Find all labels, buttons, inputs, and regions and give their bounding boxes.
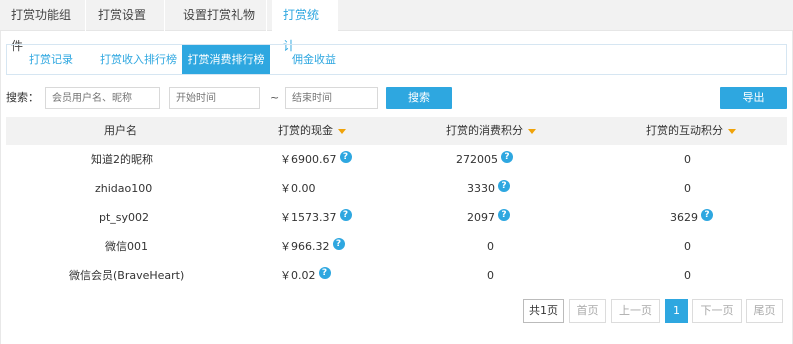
cell-interact: 0 — [684, 261, 691, 290]
table-row: 微信001 ￥966.32? 0 0 — [6, 232, 787, 261]
tab-reward-components[interactable]: 打赏功能组件 — [0, 0, 86, 53]
table-header: 用户名 打赏的现金 打赏的消费积分 打赏的互动积分 — [6, 117, 787, 145]
search-button[interactable]: 搜索 — [386, 87, 452, 109]
cell-cash: ￥6900.67? — [280, 145, 352, 174]
help-icon[interactable]: ? — [701, 208, 713, 221]
cell-consume: 272005? — [456, 145, 513, 174]
page-number-current[interactable]: 1 — [665, 299, 688, 323]
pagination: 共1页 首页 上一页 1 下一页 尾页 — [1, 299, 793, 323]
cell-username: 微信会员(BraveHeart) — [69, 269, 185, 282]
subtab-reward-records[interactable]: 打赏记录 — [7, 45, 95, 74]
cell-interact-value: 0 — [684, 269, 691, 282]
cell-consume: 2097? — [467, 203, 510, 232]
table-row: zhidao100 ￥0.00 3330? 0 — [6, 174, 787, 203]
cell-interact-value: 3629 — [670, 211, 698, 224]
cell-cash-value: ￥6900.67 — [280, 153, 337, 166]
cell-cash: ￥966.32? — [280, 232, 345, 261]
tab-reward-gifts[interactable]: 设置打赏礼物 — [172, 0, 267, 31]
cell-cash: ￥0.00 — [280, 174, 316, 203]
export-button[interactable]: 导出 — [720, 87, 787, 109]
cell-cash: ￥1573.37? — [280, 203, 352, 232]
col-header-consume-label: 打赏的消费积分 — [446, 124, 523, 137]
cell-consume: 3330? — [467, 174, 510, 203]
page-total: 共1页 — [523, 299, 564, 323]
cell-interact-value: 0 — [684, 240, 691, 253]
cell-consume-value: 272005 — [456, 153, 498, 166]
cell-username: 知道2的昵称 — [91, 153, 153, 166]
stats-panel: 打赏记录 打赏收入排行榜 打赏消费排行榜 佣金收益 搜索： ~ 搜索 导出 用户… — [0, 31, 793, 344]
date-range-separator: ~ — [270, 91, 280, 104]
subtab-income-ranking[interactable]: 打赏收入排行榜 — [95, 45, 182, 74]
cell-interact: 0 — [684, 232, 691, 261]
col-header-cash-label: 打赏的现金 — [278, 124, 333, 137]
cell-cash-value: ￥0.02 — [280, 269, 316, 282]
next-page-button[interactable]: 下一页 — [692, 299, 742, 323]
table-row: 知道2的昵称 ￥6900.67? 272005? 0 — [6, 145, 787, 174]
subtab-commission[interactable]: 佣金收益 — [270, 45, 358, 74]
sub-tab-bar: 打赏记录 打赏收入排行榜 打赏消费排行榜 佣金收益 — [6, 44, 787, 75]
subtab-consumption-ranking[interactable]: 打赏消费排行榜 — [182, 45, 270, 74]
cell-cash-value: ￥966.32 — [280, 240, 330, 253]
sort-caret-icon — [728, 128, 736, 134]
sort-caret-icon — [338, 128, 346, 134]
last-page-button[interactable]: 尾页 — [746, 299, 783, 323]
help-icon[interactable]: ? — [501, 150, 513, 163]
cell-consume: 0 — [487, 261, 494, 290]
cell-cash-value: ￥1573.37 — [280, 211, 337, 224]
tab-reward-stats[interactable]: 打赏统计 — [272, 0, 338, 53]
col-header-username: 用户名 — [104, 124, 137, 137]
help-icon[interactable]: ? — [339, 208, 352, 221]
search-label: 搜索： — [6, 91, 39, 104]
cell-consume-value: 0 — [487, 240, 494, 253]
help-icon[interactable]: ? — [339, 150, 352, 163]
top-tab-bar: 打赏功能组件 打赏设置 设置打赏礼物 打赏统计 — [0, 0, 793, 53]
help-icon[interactable]: ? — [498, 179, 510, 192]
help-icon[interactable]: ? — [318, 266, 331, 279]
cell-username: zhidao100 — [95, 182, 153, 195]
cell-interact: 3629? — [670, 203, 713, 232]
end-time-input[interactable] — [285, 87, 378, 109]
col-header-interact-label: 打赏的互动积分 — [646, 124, 723, 137]
table-row: pt_sy002 ￥1573.37? 2097? 3629? — [6, 203, 787, 232]
cell-consume-value: 2097 — [467, 211, 495, 224]
help-icon[interactable]: ? — [332, 237, 345, 250]
cell-username: pt_sy002 — [99, 211, 150, 224]
cell-interact-value: 0 — [684, 182, 691, 195]
cell-consume-value: 3330 — [467, 182, 495, 195]
start-time-input[interactable] — [169, 87, 260, 109]
cell-cash-value: ￥0.00 — [280, 182, 316, 195]
cell-consume-value: 0 — [487, 269, 494, 282]
cell-interact: 0 — [684, 174, 691, 203]
table-row: 微信会员(BraveHeart) ￥0.02? 0 0 — [6, 261, 787, 290]
cell-interact-value: 0 — [684, 153, 691, 166]
cell-interact: 0 — [684, 145, 691, 174]
first-page-button[interactable]: 首页 — [569, 299, 606, 323]
tab-reward-settings[interactable]: 打赏设置 — [87, 0, 165, 31]
col-header-interact-points[interactable]: 打赏的互动积分 — [646, 117, 736, 145]
col-header-consume-points[interactable]: 打赏的消费积分 — [446, 117, 536, 145]
col-header-cash[interactable]: 打赏的现金 — [278, 117, 346, 145]
member-search-input[interactable] — [45, 87, 160, 109]
search-bar: 搜索： ~ 搜索 导出 — [1, 87, 793, 109]
help-icon[interactable]: ? — [498, 208, 510, 221]
prev-page-button[interactable]: 上一页 — [611, 299, 660, 323]
cell-cash: ￥0.02? — [280, 261, 331, 290]
sort-caret-icon — [528, 128, 536, 134]
cell-username: 微信001 — [105, 240, 148, 253]
cell-consume: 0 — [487, 232, 494, 261]
